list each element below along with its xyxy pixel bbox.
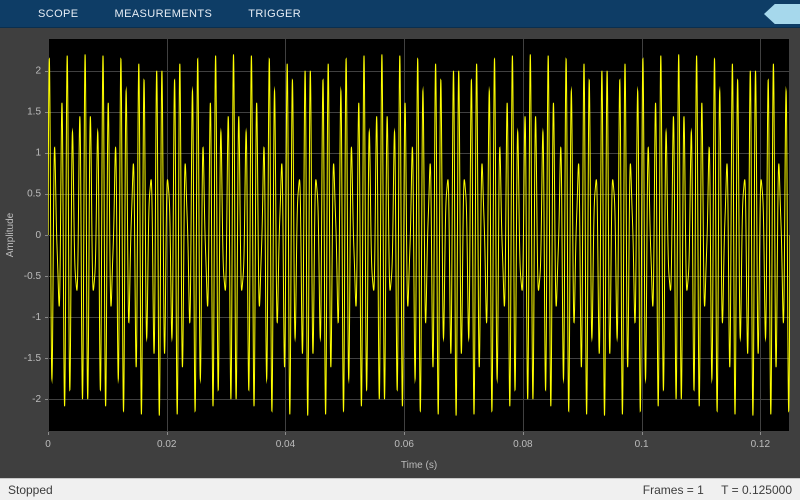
toolbar: SCOPE MEASUREMENTS TRIGGER ? <box>0 0 800 28</box>
scope-plot-canvas[interactable] <box>0 28 800 478</box>
scope-window: SCOPE MEASUREMENTS TRIGGER ? Stopped Fra… <box>0 0 800 500</box>
time-value: T = 0.125000 <box>721 482 792 497</box>
help-button[interactable]: ? <box>764 4 800 24</box>
tab-measurements[interactable]: MEASUREMENTS <box>97 0 231 27</box>
tab-scope[interactable]: SCOPE <box>20 0 97 27</box>
chevron-banner-icon <box>764 4 800 24</box>
status-text: Stopped <box>8 482 53 497</box>
status-right-group: Frames = 1 T = 0.125000 <box>629 483 792 497</box>
status-bar: Stopped Frames = 1 T = 0.125000 <box>0 478 800 500</box>
tab-trigger[interactable]: TRIGGER <box>230 0 319 27</box>
frames-count: Frames = 1 <box>642 482 704 497</box>
